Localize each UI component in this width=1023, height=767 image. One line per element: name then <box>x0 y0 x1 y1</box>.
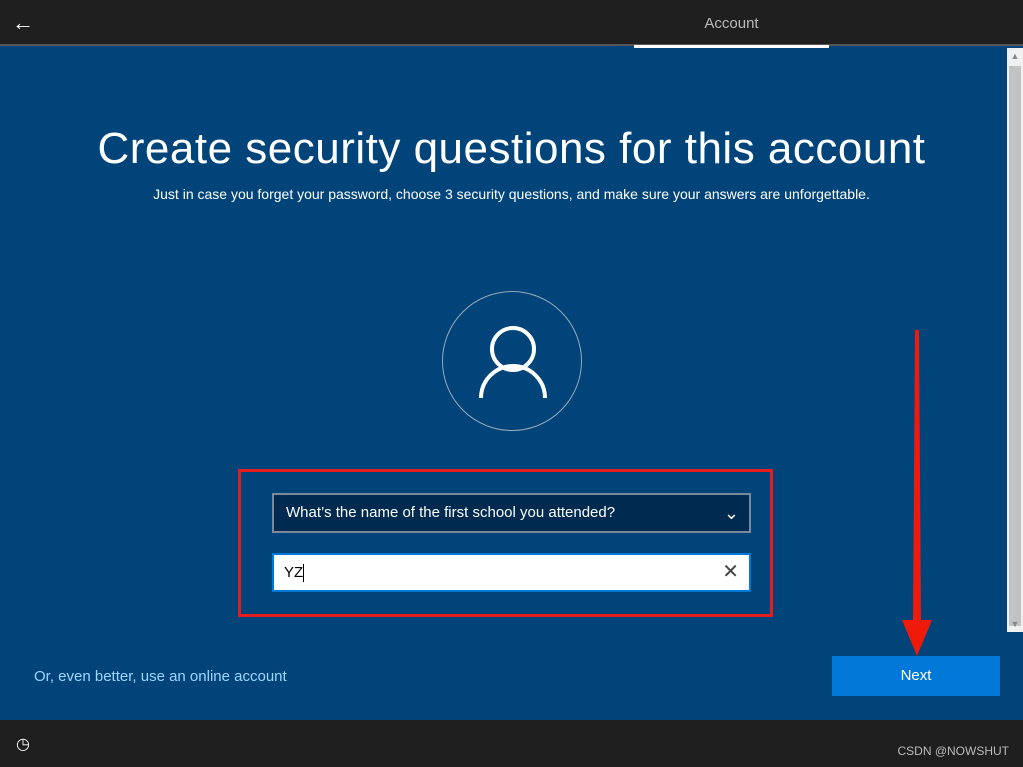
answer-value: YZ <box>284 564 304 581</box>
watermark: CSDN @NOWSHUT <box>897 744 1009 758</box>
arrow-left-icon[interactable]: ← <box>12 10 34 36</box>
top-bar: ← Account <box>0 0 1023 48</box>
next-button[interactable]: Next <box>832 656 1000 696</box>
answer-input[interactable]: YZ ✕ <box>272 553 751 592</box>
ease-of-access-icon[interactable]: ◷ <box>16 734 30 754</box>
selected-question: What’s the name of the first school you … <box>286 504 616 521</box>
annotation-arrow <box>902 330 932 656</box>
security-question-dropdown[interactable]: What’s the name of the first school you … <box>272 493 751 533</box>
page-title: Create security questions for this accou… <box>97 124 926 173</box>
avatar <box>442 291 582 431</box>
chevron-down-icon: ⌄ <box>723 503 739 523</box>
annotation-highlight-box <box>238 469 773 617</box>
bottom-bar: ◷ CSDN @NOWSHUT <box>0 720 1023 767</box>
page-subtitle: Just in case you forget your password, c… <box>153 186 870 202</box>
scroll-down-icon[interactable]: ▼ <box>1007 616 1023 632</box>
online-account-link[interactable]: Or, even better, use an online account <box>34 668 287 685</box>
text-caret <box>303 564 305 583</box>
tab-account[interactable]: Account <box>634 0 829 48</box>
scroll-up-icon[interactable]: ▲ <box>1007 48 1023 64</box>
clear-icon[interactable]: ✕ <box>722 555 739 590</box>
user-icon <box>479 326 547 399</box>
